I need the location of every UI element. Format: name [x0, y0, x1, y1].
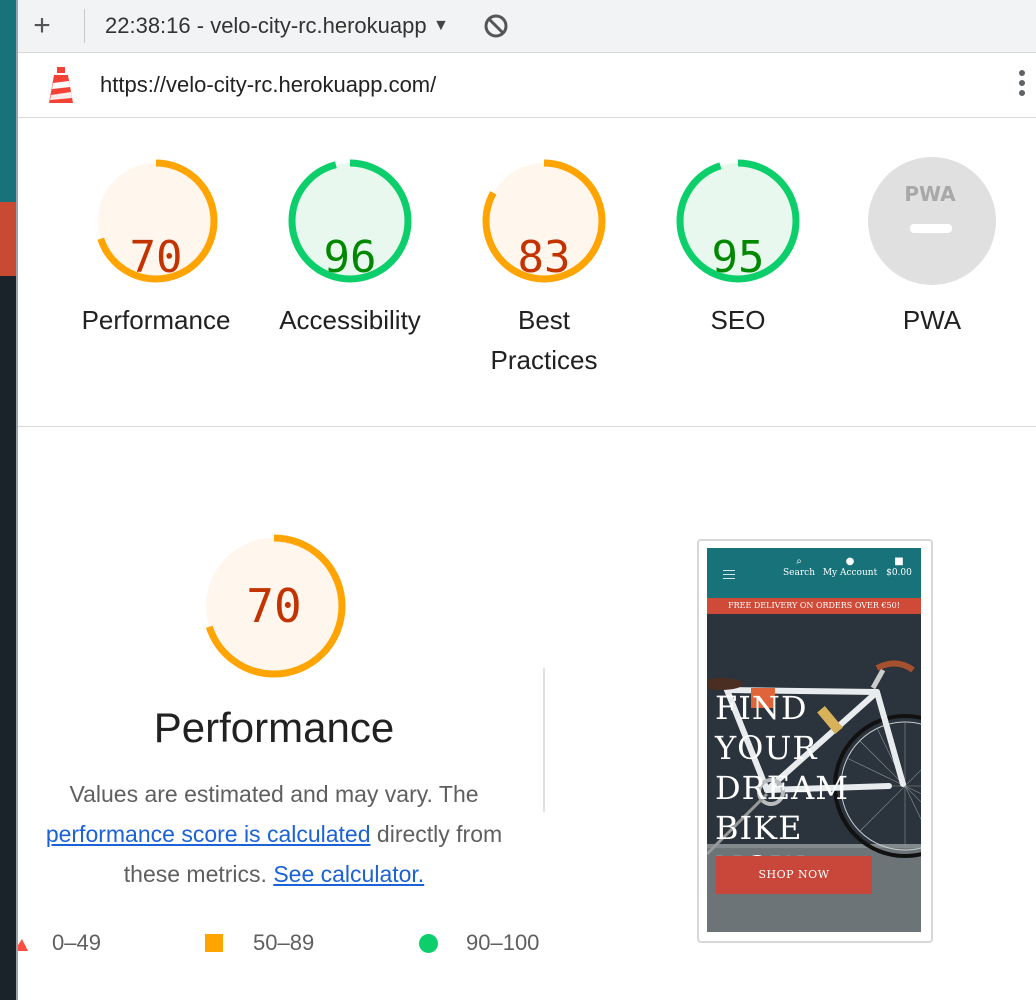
vertical-divider — [543, 668, 545, 812]
performance-desc-prefix: Values are estimated and may vary. The — [69, 781, 479, 807]
gauge-performance-label: Performance — [81, 305, 231, 335]
more-menu-icon[interactable] — [1016, 67, 1028, 103]
legend-pass-label: 90–100 — [466, 930, 540, 955]
gauge-accessibility[interactable]: 96 Accessibility — [255, 156, 445, 340]
section-divider — [18, 426, 1036, 427]
performance-main-score: 70 — [246, 579, 302, 633]
site-bag-label: $0.00 — [886, 568, 912, 578]
performance-main-gauge: 70 — [198, 530, 350, 682]
new-tab-button[interactable]: + — [18, 0, 66, 52]
site-search: ⌕ Search — [783, 556, 815, 578]
see-calculator-link[interactable]: See calculator. — [273, 861, 424, 887]
legend-average: 50–89 — [205, 930, 314, 956]
bag-icon: ■ — [894, 556, 904, 567]
performance-description: Values are estimated and may vary. The p… — [26, 774, 522, 894]
legend-fail: 0–49 — [18, 930, 101, 956]
url-bar: https://velo-city-rc.herokuapp.com/ — [18, 53, 1036, 118]
gauge-seo[interactable]: 95 SEO — [643, 156, 833, 340]
gauge-accessibility-label: Accessibility — [279, 305, 421, 335]
gauge-accessibility-score: 96 — [323, 232, 377, 283]
gauge-performance-score: 70 — [129, 232, 183, 283]
performance-title: Performance — [153, 704, 395, 751]
clear-block-icon[interactable] — [483, 13, 509, 39]
tab-dropdown-caret[interactable]: ▼ — [433, 17, 449, 35]
legend-average-label: 50–89 — [253, 930, 315, 955]
green-circle-icon — [419, 933, 438, 953]
gauge-pwa[interactable]: PWA PWA — [837, 156, 1027, 340]
tab-divider — [84, 9, 85, 43]
tab-bar: + 22:38:16 - velo-city-rc.herokuapp.com … — [18, 0, 1036, 53]
delivery-banner: FREE DELIVERY ON ORDERS OVER €50! — [707, 598, 921, 614]
search-icon: ⌕ — [796, 556, 802, 567]
svg-text:PWA: PWA — [904, 182, 956, 206]
gauge-seo-score: 95 — [711, 232, 765, 283]
lighthouse-logo-icon — [49, 67, 73, 103]
red-triangle-icon — [18, 939, 28, 951]
score-gauges: 70 Performance 96 Accessibility 83 Best … — [18, 118, 1036, 426]
site-account: ● My Account — [821, 556, 879, 578]
report-tab-title[interactable]: 22:38:16 - velo-city-rc.herokuapp.com — [105, 13, 427, 39]
gauge-best-practices-label: Best Practices — [490, 305, 598, 375]
gauge-best-practices[interactable]: 83 Best Practices — [449, 156, 639, 380]
gauge-seo-label: SEO — [710, 305, 766, 335]
orange-square-icon — [205, 934, 223, 952]
legend-fail-label: 0–49 — [52, 930, 101, 955]
shop-now-button: SHOP NOW — [716, 856, 872, 894]
gauge-pwa-label: PWA — [902, 305, 962, 335]
site-header: ⌕ Search ● My Account ■ $0.00 — [707, 548, 921, 598]
gauge-performance[interactable]: 70 Performance — [61, 156, 251, 340]
site-search-label: Search — [783, 568, 815, 578]
background-window-strip — [0, 0, 18, 1000]
legend-pass: 90–100 — [419, 930, 539, 956]
final-screenshot: ⌕ Search ● My Account ■ $0.00 FREE DELIV… — [707, 548, 921, 932]
score-calculation-link[interactable]: performance score is calculated — [46, 821, 371, 847]
pwa-badge-icon: PWA — [868, 157, 996, 285]
report-url[interactable]: https://velo-city-rc.herokuapp.com/ — [100, 72, 436, 98]
site-account-label: My Account — [822, 568, 878, 578]
hamburger-icon — [723, 570, 735, 582]
account-icon: ● — [845, 556, 855, 567]
site-bag: ■ $0.00 — [883, 556, 915, 578]
gauge-best-practices-score: 83 — [517, 232, 571, 283]
